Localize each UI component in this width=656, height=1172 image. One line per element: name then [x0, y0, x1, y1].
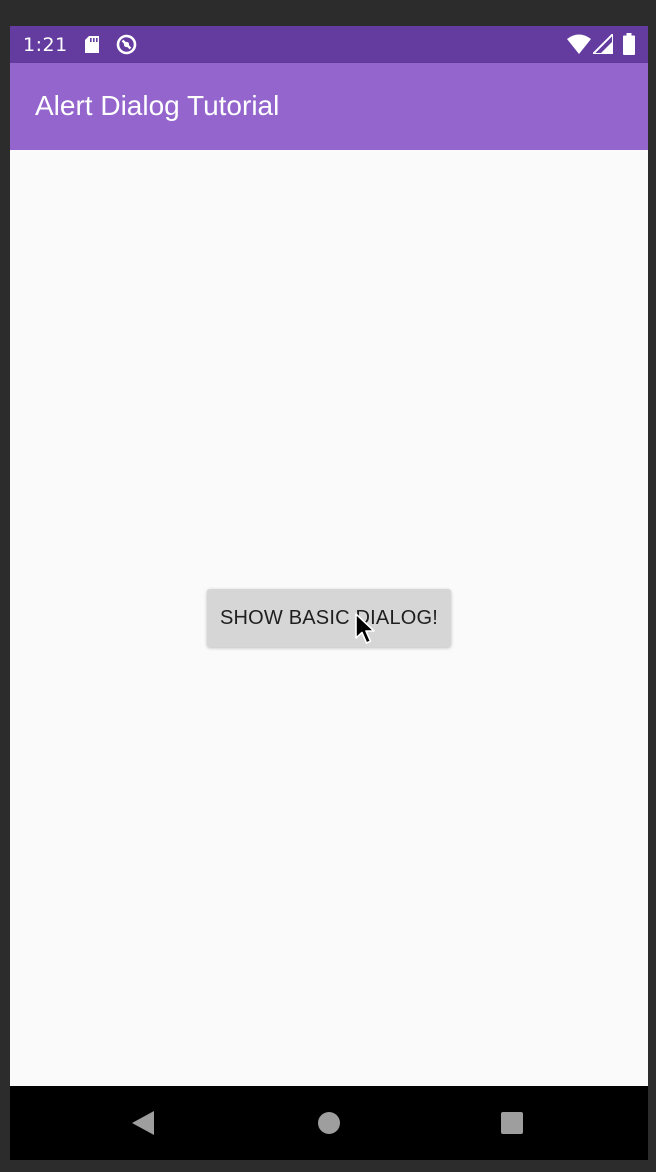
back-icon[interactable] — [131, 1110, 155, 1136]
sd-card-icon — [85, 36, 99, 53]
battery-icon — [623, 33, 635, 55]
status-bar: 1:21 — [10, 26, 648, 63]
app-title: Alert Dialog Tutorial — [35, 90, 280, 121]
device-frame: 1:21 Alert Dialog Tutorial SHOW BASIC DI… — [0, 0, 656, 1172]
navigation-bar — [10, 1086, 648, 1160]
home-icon[interactable] — [317, 1111, 341, 1135]
sync-icon — [116, 34, 137, 55]
app-bar: Alert Dialog Tutorial — [10, 63, 648, 150]
signal-icon — [593, 34, 613, 54]
show-basic-dialog-button[interactable]: SHOW BASIC DIALOG! — [207, 589, 451, 647]
status-time: 1:21 — [23, 34, 68, 56]
phone-screen: 1:21 Alert Dialog Tutorial SHOW BASIC DI… — [10, 26, 648, 1160]
recents-icon[interactable] — [500, 1111, 524, 1135]
wifi-icon — [567, 34, 591, 54]
main-content: SHOW BASIC DIALOG! — [10, 150, 648, 1086]
